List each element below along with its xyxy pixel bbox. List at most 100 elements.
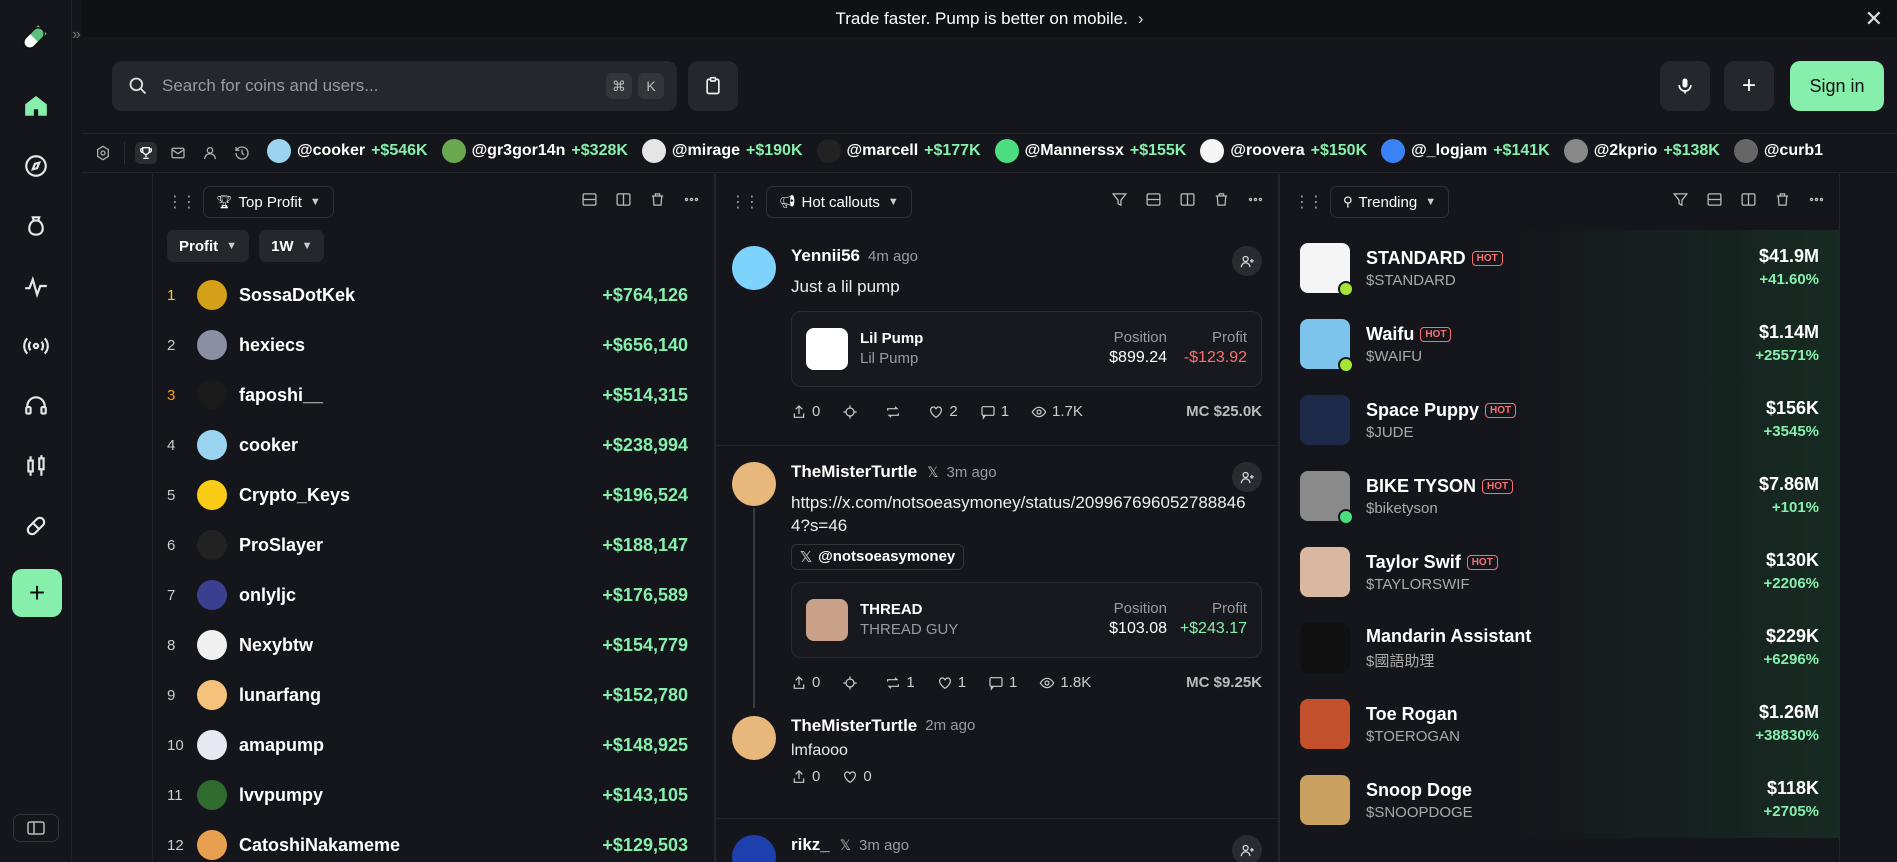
leaderboard-row[interactable]: 2 hexiecs +$656,140 [153,320,714,370]
post-username[interactable]: Yennii56 [791,246,860,266]
settings-icon[interactable] [92,142,114,164]
trending-coin-row[interactable]: Mandarin Assistant $國語助理 $229K +6296% [1280,610,1839,686]
leaderboard-row[interactable]: 5 Crypto_Keys +$196,524 [153,470,714,520]
like-button[interactable]: 1 [937,674,966,691]
sign-in-button[interactable]: Sign in [1790,61,1884,111]
split-horizontal-icon[interactable] [1705,190,1723,208]
split-horizontal-icon[interactable] [1144,190,1162,208]
leaderboard-row[interactable]: 10 amapump +$148,925 [153,720,714,770]
expand-sidebar-icon[interactable]: » [72,26,81,44]
callout-post[interactable]: rikz_ 𝕏 3m ago [716,819,1278,862]
ticker-user[interactable]: @cooker +$546K [267,138,428,163]
leaderboard-row[interactable]: 7 onlyljc +$176,589 [153,570,714,620]
nav-advanced[interactable] [18,448,54,484]
avatar[interactable] [732,246,776,290]
panel-type-dropdown[interactable]: 🏆︎ Top Profit ▼ [203,186,334,218]
ticker-user[interactable]: @marcell +$177K [816,138,981,163]
trophy-icon[interactable] [135,142,157,164]
ticker-user[interactable]: @mirage +$190K [641,138,803,163]
toggle-panel-button[interactable] [13,814,59,842]
nav-home[interactable] [18,88,54,124]
comment-button[interactable]: 1 [980,403,1009,420]
nav-live[interactable] [18,328,54,364]
trending-coin-row[interactable]: Waifu HOT $WAIFU $1.14M +25571% [1280,306,1839,382]
post-username[interactable]: TheMisterTurtle [791,716,917,736]
panel-type-dropdown[interactable]: ⚲ Trending ▼ [1330,186,1450,218]
trending-coin-row[interactable]: Space Puppy HOT $JUDE $156K +3545% [1280,382,1839,458]
leaderboard-row[interactable]: 3 faposhi__ +$514,315 [153,370,714,420]
ticker-user[interactable]: @2kprio +$138K [1563,138,1720,163]
create-coin-button[interactable]: + [12,569,62,617]
follow-button[interactable] [1232,462,1262,492]
period-dropdown[interactable]: 1W ▼ [259,230,325,262]
ticker-user[interactable]: @_logjam +$141K [1381,138,1550,163]
more-icon[interactable] [1807,190,1825,208]
pump-logo-icon[interactable] [18,22,50,54]
repost-button[interactable] [885,404,906,420]
mail-icon[interactable] [167,142,189,164]
leaderboard-row[interactable]: 6 ProSlayer +$188,147 [153,520,714,570]
more-icon[interactable] [682,190,700,208]
ticker-user[interactable]: @curb1 [1733,138,1829,163]
split-vertical-icon[interactable] [1178,190,1196,208]
nav-activity[interactable] [18,268,54,304]
post-text[interactable]: https://x.com/notsoeasymoney/status/2099… [791,492,1262,538]
drag-handle-icon[interactable]: ⋮⋮ [167,192,197,212]
leaderboard-row[interactable]: 1 SossaDotKek +$764,126 [153,270,714,320]
search-input[interactable] [162,76,582,96]
mobile-promo-banner[interactable]: Trade faster. Pump is better on mobile. … [82,0,1897,37]
like-button[interactable]: 2 [928,403,958,420]
split-vertical-icon[interactable] [1739,190,1757,208]
target-button[interactable] [842,404,863,420]
follow-button[interactable] [1232,835,1262,862]
trash-icon[interactable] [1212,190,1230,208]
follow-button[interactable] [1232,246,1262,276]
create-button[interactable]: + [1724,61,1774,111]
trash-icon[interactable] [1773,190,1791,208]
close-icon[interactable]: ✕ [1865,6,1883,32]
more-icon[interactable] [1246,190,1264,208]
avatar[interactable] [732,835,776,862]
leaderboard-row[interactable]: 12 CatoshiNakameme +$129,503 [153,820,714,862]
panel-type-dropdown[interactable]: 📢︎ Hot callouts ▼ [766,186,912,218]
coin-card[interactable]: Lil Pump Lil Pump Position $899.24 Profit -… [791,310,1262,387]
callout-post[interactable]: TheMisterTurtle 𝕏 3m ago https://x.com/not… [716,446,1278,819]
metric-dropdown[interactable]: Profit ▼ [167,230,250,262]
history-icon[interactable] [231,142,253,164]
reply-post[interactable]: TheMisterTurtle 2m ago lmfaooo 0 0 [732,715,1262,794]
like-button[interactable]: 0 [842,768,872,785]
trending-coin-row[interactable]: Taylor Swif HOT $TAYLORSWIF $130K +2206% [1280,534,1839,610]
trending-coin-row[interactable]: Toe Rogan $TOEROGAN $1.26M +38830% [1280,686,1839,762]
repost-button[interactable]: 1 [885,674,915,691]
filter-icon[interactable] [1110,190,1128,208]
callout-post[interactable]: Yennii56 4m ago Just a lil pump Lil Pump L… [716,230,1278,446]
target-button[interactable] [842,675,863,691]
share-button[interactable]: 0 [791,768,820,785]
nav-pill[interactable] [18,508,54,544]
leaderboard-row[interactable]: 4 cooker +$238,994 [153,420,714,470]
split-horizontal-icon[interactable] [580,190,598,208]
trending-coin-row[interactable]: BIKE TYSON HOT $biketyson $7.86M +101% [1280,458,1839,534]
nav-portfolio[interactable] [18,208,54,244]
user-icon[interactable] [199,142,221,164]
nav-support[interactable] [18,388,54,424]
clipboard-button[interactable] [688,61,738,111]
share-button[interactable]: 0 [791,674,820,691]
coin-card[interactable]: THREAD THREAD GUY Position $103.08 Profit +… [791,581,1262,658]
trash-icon[interactable] [648,190,666,208]
x-handle-chip[interactable]: 𝕏 @notsoeasymoney [791,543,965,570]
ticker-user[interactable]: @Mannerssx +$155K [994,138,1186,163]
split-vertical-icon[interactable] [614,190,632,208]
leaderboard-row[interactable]: 8 Nexybtw +$154,779 [153,620,714,670]
filter-icon[interactable] [1671,190,1689,208]
avatar[interactable] [732,715,776,760]
drag-handle-icon[interactable]: ⋮⋮ [730,192,760,212]
trending-coin-row[interactable]: Snoop Doge $SNOOPDOGE $118K +2705% [1280,762,1839,838]
avatar[interactable] [732,462,776,506]
drag-handle-icon[interactable]: ⋮⋮ [1294,192,1324,212]
search-bar[interactable]: ⌘ K [112,61,677,111]
post-username[interactable]: rikz_ [791,835,830,855]
voice-button[interactable] [1660,61,1710,111]
share-button[interactable]: 0 [791,403,820,420]
comment-button[interactable]: 1 [988,674,1017,691]
